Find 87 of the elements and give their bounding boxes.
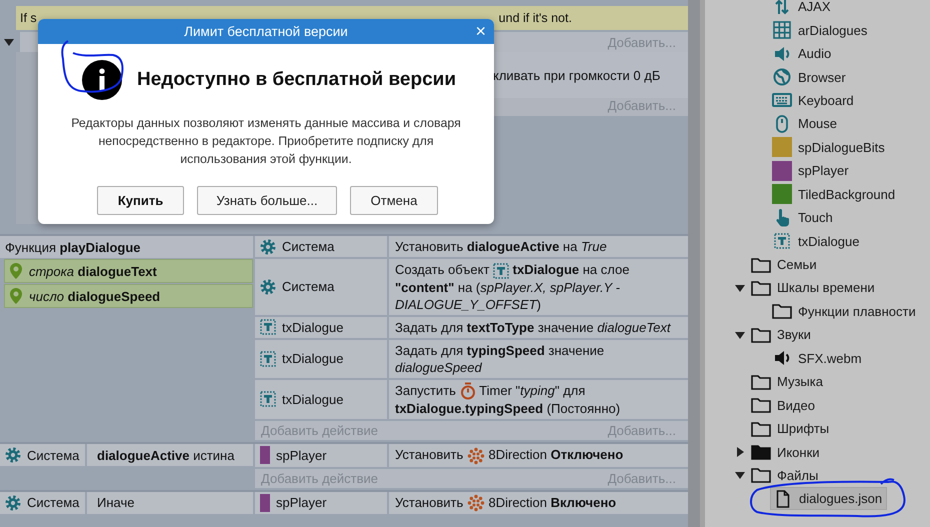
text-object-icon [493,262,510,279]
map-pin-icon [9,262,23,280]
tree-item[interactable]: Файлы [749,464,822,486]
folder-icon [751,467,771,484]
object-cell[interactable]: Система [255,259,387,315]
folder-icon [751,420,771,437]
tree-item[interactable]: Семьи [749,254,821,276]
dialog-button[interactable]: Купить [97,186,184,215]
tree-item[interactable]: arDialogues [770,20,872,41]
caret-down-icon [4,37,14,47]
tree-item[interactable]: Функции плавности [770,300,920,322]
gear-icon [5,494,21,511]
tree-item[interactable]: spPlayer [770,160,853,182]
globe-icon [773,68,791,86]
tree-item[interactable]: Звуки [749,324,815,346]
object-cell[interactable]: spPlayer [255,444,387,467]
dialog-heading: Недоступно в бесплатной версии [137,69,456,91]
folder-icon [751,280,771,296]
dialog-button[interactable]: Отмена [350,186,438,215]
speaker-icon [774,44,790,63]
condition-text[interactable]: Иначе [87,492,253,514]
map-pin-icon [9,287,23,305]
folder-icon [751,374,771,390]
action-text[interactable]: Запустить Timer "typing" для txDialogue.typingSpeed (Постоянно) [389,380,688,420]
comment-text: If s [20,11,37,25]
tree-item[interactable]: Иконки [749,442,824,463]
text-object-icon [260,350,276,367]
object-cell[interactable]: txDialogue [255,380,387,420]
tree-item[interactable]: Шрифты [749,418,834,440]
tree-item[interactable]: spDialogueBits [770,136,889,158]
object-cell[interactable]: Система [255,236,387,257]
stopwatch-icon [460,382,476,400]
tree-item[interactable]: Видео [749,394,819,416]
function-parameter[interactable]: число dialogueSpeed [4,284,253,308]
pen-scribble [61,39,125,95]
action-text[interactable]: Создать объект txDialogue на слое "content" на (spPlayer.X, spPlayer.Y - DIALOGUE_Y_OFFSET) [389,259,688,315]
text-object-icon [260,319,276,336]
folder-icon [751,397,771,414]
tree-item[interactable]: Touch [770,207,837,228]
document-icon [776,490,790,508]
action-text[interactable]: Установить 8Direction Отключено [389,444,688,467]
dialog-button[interactable]: Узнать больше... [197,186,337,215]
action-text[interactable]: Установить dialogueActive на True [389,236,688,257]
tree-item[interactable]: Browser [770,66,850,88]
action-text[interactable]: Задать для textToType значение dialogueText [389,316,688,338]
tree-item[interactable]: Keyboard [770,90,858,111]
text-object-icon [774,233,790,250]
object-cell[interactable]: txDialogue [255,316,387,338]
object-cell[interactable]: Система [0,444,85,466]
dialog-message: Редакторы данных позволяют изменять данные массива и словаря непосредственно в редакторе. Приобретите подписку для использования этой функции. [70,115,462,168]
action-text: кливать при громкости 0 дБ [493,68,660,82]
tree-item[interactable]: Mouse [770,113,842,134]
dots-ring-icon [466,494,485,512]
folder-icon [751,326,771,343]
tree-item[interactable]: AJAX [770,0,835,18]
gear-icon [5,447,21,464]
tree-item[interactable]: dialogues.json [770,487,888,510]
scrollbar[interactable] [688,0,700,527]
text-object-icon [260,391,276,408]
arrows-icon [774,0,790,16]
object-cell[interactable]: txDialogue [255,340,387,378]
object-cell[interactable]: Система [0,492,85,514]
folder-icon [772,303,792,320]
object-cell[interactable]: spPlayer [255,492,387,514]
condition-text[interactable]: dialogueActive истина [87,444,253,466]
grid-icon [773,21,791,40]
tree-item[interactable]: TiledBackground [770,184,900,205]
function-header[interactable]: Функция playDialogue [0,236,253,258]
info-icon [82,60,122,100]
action-text[interactable]: Задать для typingSpeed значение dialogueSpeed [389,340,688,378]
function-parameter[interactable]: строка dialogueText [4,259,253,283]
speaker-icon [774,349,790,368]
gear-icon [260,278,276,295]
mouse-icon [776,114,788,133]
tree-item[interactable]: SFX.webm [770,348,866,369]
pointing-hand-icon [774,208,790,227]
tree-item[interactable]: Музыка [749,371,827,392]
folder-icon [751,444,771,460]
comment-text: und if it's not. [498,11,572,25]
action-text[interactable]: Установить 8Direction Включено [389,492,688,514]
keyboard-icon [772,93,792,108]
folder-icon [751,256,771,273]
tree-item[interactable]: txDialogue [770,230,864,252]
tree-item[interactable]: Шкалы времени [749,277,879,298]
gear-icon [260,238,276,254]
dots-ring-icon [466,446,485,465]
tree-item[interactable]: Audio [770,43,836,64]
